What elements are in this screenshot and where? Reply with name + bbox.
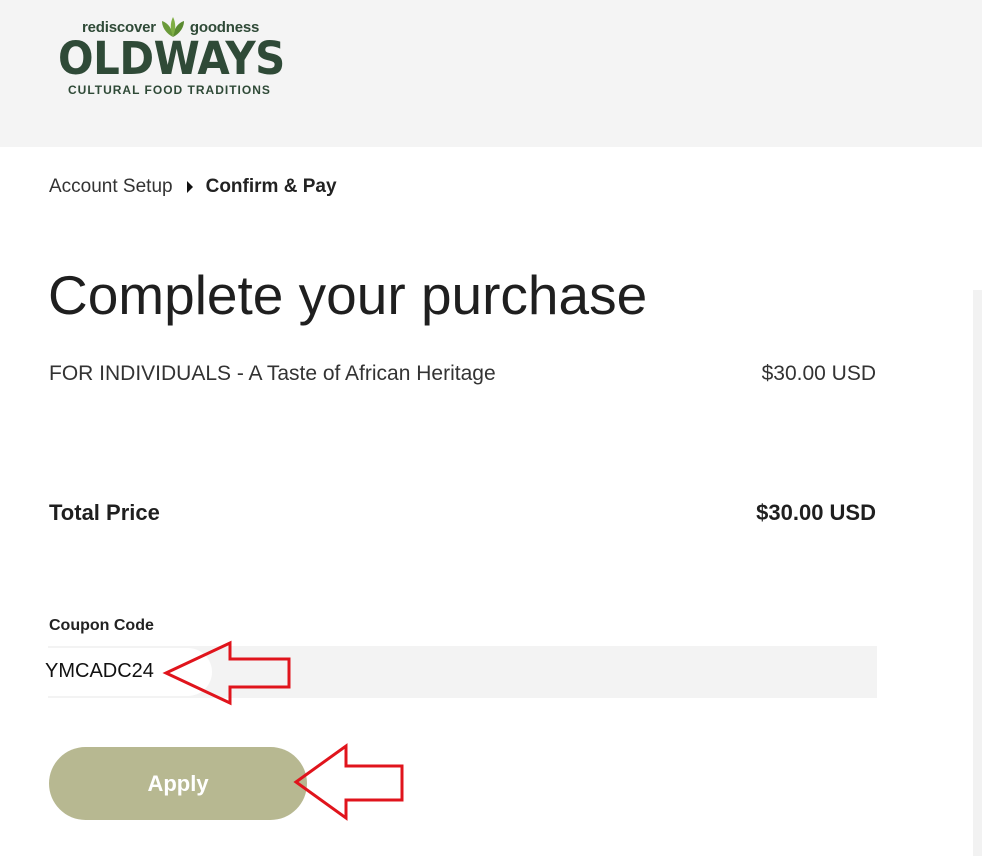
annotation-arrow-icon: [162, 640, 291, 706]
breadcrumb-confirm-pay: Confirm & Pay: [205, 176, 337, 197]
caret-right-icon: [186, 181, 193, 193]
total-price-label: Total Price: [49, 500, 160, 525]
total-price-value: $30.00 USD: [756, 500, 876, 525]
scrollbar-track[interactable]: [973, 290, 982, 856]
total-price-row: Total Price $30.00 USD: [49, 500, 876, 526]
line-item-price: $30.00 USD: [761, 362, 876, 385]
coupon-code-value: YMCADC24: [45, 660, 154, 682]
oldways-logo[interactable]: rediscover goodness OLDWAYS CULTURAL FOO…: [58, 12, 288, 102]
breadcrumb-account-setup[interactable]: Account Setup: [49, 176, 173, 198]
site-header: rediscover goodness OLDWAYS CULTURAL FOO…: [0, 0, 982, 147]
line-item-name: FOR INDIVIDUALS - A Taste of African Her…: [49, 362, 496, 385]
annotation-arrow-icon: [293, 743, 404, 821]
apply-coupon-button[interactable]: Apply: [49, 747, 307, 820]
page-title: Complete your purchase: [48, 264, 648, 326]
order-line-item: FOR INDIVIDUALS - A Taste of African Her…: [49, 362, 876, 386]
logo-subtitle: CULTURAL FOOD TRADITIONS: [68, 83, 271, 97]
logo-brand: OLDWAYS: [58, 32, 285, 85]
breadcrumb: Account Setup Confirm & Pay: [49, 176, 337, 198]
coupon-code-label: Coupon Code: [49, 617, 154, 634]
